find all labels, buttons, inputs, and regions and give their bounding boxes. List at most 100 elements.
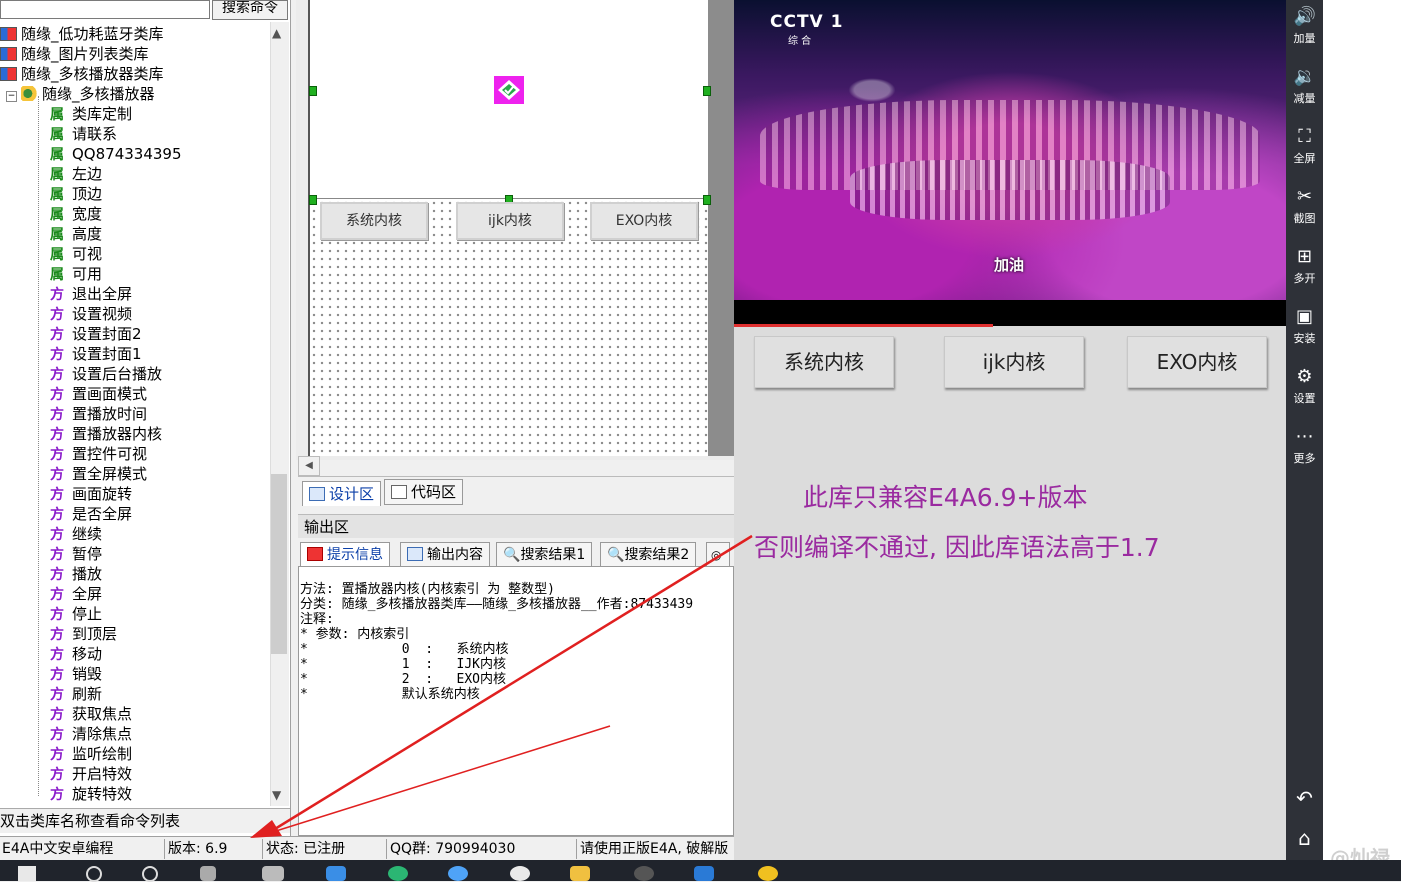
tree-method-item[interactable]: 方清除焦点 [0, 724, 132, 744]
tree-method-item[interactable]: 方退出全屏 [0, 284, 132, 304]
method-label: 到顶层 [72, 625, 118, 643]
toolbar-button-gear[interactable]: ⚙ 设置 [1286, 360, 1323, 418]
search-input[interactable] [0, 0, 210, 19]
designer-margin [708, 0, 734, 456]
method-icon: 方 [50, 767, 64, 783]
search-taskbar-icon[interactable] [142, 866, 158, 882]
tab-hint-info[interactable]: 提示信息 [300, 542, 390, 567]
tree-property-item[interactable]: 属宽度 [0, 204, 102, 224]
tree-method-item[interactable]: 方到顶层 [0, 624, 117, 644]
method-label: 置全屏模式 [72, 465, 148, 483]
back-icon[interactable]: ↶ [1286, 786, 1323, 810]
toolbar-button-multi-open[interactable]: ⊞ 多开 [1286, 240, 1323, 298]
toolbar-button-volume-down[interactable]: 🔉 减量 [1286, 60, 1323, 118]
video-progress-track[interactable] [734, 300, 1286, 326]
design-button-exo-core[interactable]: EXO内核 [590, 202, 698, 240]
toolbar-button-scissors[interactable]: ✂ 截图 [1286, 180, 1323, 238]
method-icon: 方 [50, 487, 64, 503]
folder-icon[interactable] [570, 866, 590, 881]
library-tree[interactable]: 随缘_低功耗蓝牙类库 随缘_图片列表类库 随缘_多核播放器类库 − 随缘_多核播放器属类… [0, 22, 270, 806]
tab-output-content[interactable]: 输出内容 [400, 542, 490, 568]
toolbar-button-fullscreen[interactable]: ⛶ 全屏 [1286, 120, 1323, 178]
design-button-system-core[interactable]: 系统内核 [320, 202, 428, 240]
collapse-icon[interactable]: − [6, 91, 17, 102]
windows-start-icon[interactable] [18, 866, 36, 881]
tree-method-item[interactable]: 方置播放器内核 [0, 424, 162, 444]
output-tabs: 提示信息 输出内容 🔍搜索结果1 🔍搜索结果2 ◎ [298, 540, 734, 568]
tree-property-item[interactable]: 属高度 [0, 224, 102, 244]
search-command-button[interactable]: 搜索命令 [212, 0, 288, 20]
tree-scrollbar[interactable] [270, 22, 289, 806]
search-row: 搜索命令 [0, 0, 290, 20]
tree-method-item[interactable]: 方置画面模式 [0, 384, 147, 404]
tree-library-item[interactable]: 随缘_多核播放器类库 [0, 64, 164, 84]
browser-icon[interactable] [388, 866, 408, 881]
tree-library-item[interactable]: 随缘_图片列表类库 [0, 44, 149, 64]
phone-button-exo-core[interactable]: EXO内核 [1127, 336, 1267, 388]
mail-app-icon[interactable] [326, 866, 346, 881]
tree-method-item[interactable]: 方播放 [0, 564, 102, 584]
store-icon[interactable] [694, 866, 714, 881]
tree-method-item[interactable]: 方全屏 [0, 584, 102, 604]
tree-method-item[interactable]: 方设置封面1 [0, 344, 142, 364]
tree-method-item[interactable]: 方置播放时间 [0, 404, 147, 424]
design-button-ijk-core[interactable]: ijk内核 [456, 202, 564, 240]
tab-search-result-2[interactable]: 🔍搜索结果2 [600, 542, 697, 568]
scroll-down-icon[interactable]: ▼ [272, 788, 281, 802]
tree-method-item[interactable]: 方设置封面2 [0, 324, 142, 344]
tree-property-item[interactable]: 属可视 [0, 244, 102, 264]
resize-handle[interactable] [703, 86, 711, 96]
toolbar-button-more[interactable]: ⋯ 更多 [1286, 420, 1323, 478]
home-icon[interactable]: ⌂ [1286, 826, 1323, 850]
phone-button-system-core[interactable]: 系统内核 [754, 336, 894, 388]
output-line: * 0 : 系统内核 [300, 642, 509, 657]
tree-method-item[interactable]: 方旋转特效 [0, 784, 132, 804]
tree-library-item[interactable]: 随缘_低功耗蓝牙类库 [0, 24, 164, 44]
task-view-icon[interactable] [200, 866, 216, 881]
chrome-icon[interactable] [510, 866, 530, 881]
property-label: 顶边 [72, 185, 103, 203]
toolbar-button-volume-up[interactable]: 🔊 加量 [1286, 0, 1323, 58]
tab-design-label: 设计区 [329, 485, 375, 503]
tree-method-item[interactable]: 方暂停 [0, 544, 102, 564]
media-icon[interactable] [634, 866, 654, 881]
app-icon[interactable] [448, 866, 468, 881]
tree-method-item[interactable]: 方画面旋转 [0, 484, 132, 504]
resize-handle[interactable] [309, 86, 317, 96]
tab-search-result-1[interactable]: 🔍搜索结果1 [496, 542, 593, 568]
pinned-app-icon[interactable] [758, 866, 778, 881]
tree-method-item[interactable]: 方移动 [0, 644, 102, 664]
resize-handle[interactable] [703, 195, 711, 205]
scroll-up-icon[interactable]: ▲ [272, 26, 281, 40]
tree-property-item[interactable]: 属左边 [0, 164, 102, 184]
tree-method-item[interactable]: 方设置后台播放 [0, 364, 162, 384]
scroll-left-icon[interactable]: ◀ [298, 456, 320, 476]
cortana-icon[interactable] [86, 866, 102, 882]
tree-method-item[interactable]: 方停止 [0, 604, 102, 624]
tab-code[interactable]: 代码区 [384, 479, 464, 505]
tree-method-item[interactable]: 方刷新 [0, 684, 102, 704]
tab-more[interactable]: ◎ [706, 542, 730, 568]
tree-property-item[interactable]: 属请联系 [0, 124, 117, 144]
phone-button-ijk-core[interactable]: ijk内核 [944, 336, 1084, 388]
resize-handle[interactable] [309, 195, 317, 205]
tree-method-item[interactable]: 方开启特效 [0, 764, 132, 784]
method-label: 旋转特效 [72, 785, 133, 803]
tree-method-item[interactable]: 方获取焦点 [0, 704, 132, 724]
tree-method-item[interactable]: 方继续 [0, 524, 102, 544]
tree-scrollbar-thumb[interactable] [271, 474, 287, 654]
tree-property-item[interactable]: 属 QQ874334395 [0, 144, 182, 164]
tree-property-item[interactable]: 属可用 [0, 264, 102, 284]
toolbar-button-apk-install[interactable]: ▣ 安装 [1286, 300, 1323, 358]
tree-component-root[interactable]: − 随缘_多核播放器 [0, 84, 155, 104]
tree-method-item[interactable]: 方设置视频 [0, 304, 132, 324]
tree-method-item[interactable]: 方监听绘制 [0, 744, 132, 764]
tree-method-item[interactable]: 方置全屏模式 [0, 464, 147, 484]
tree-method-item[interactable]: 方置控件可视 [0, 444, 147, 464]
tree-method-item[interactable]: 方是否全屏 [0, 504, 132, 524]
tree-method-item[interactable]: 方销毁 [0, 664, 102, 684]
tree-property-item[interactable]: 属类库定制 [0, 104, 132, 124]
tab-design[interactable]: 设计区 [302, 481, 382, 506]
tree-property-item[interactable]: 属顶边 [0, 184, 102, 204]
briefcase-icon[interactable] [262, 866, 284, 881]
